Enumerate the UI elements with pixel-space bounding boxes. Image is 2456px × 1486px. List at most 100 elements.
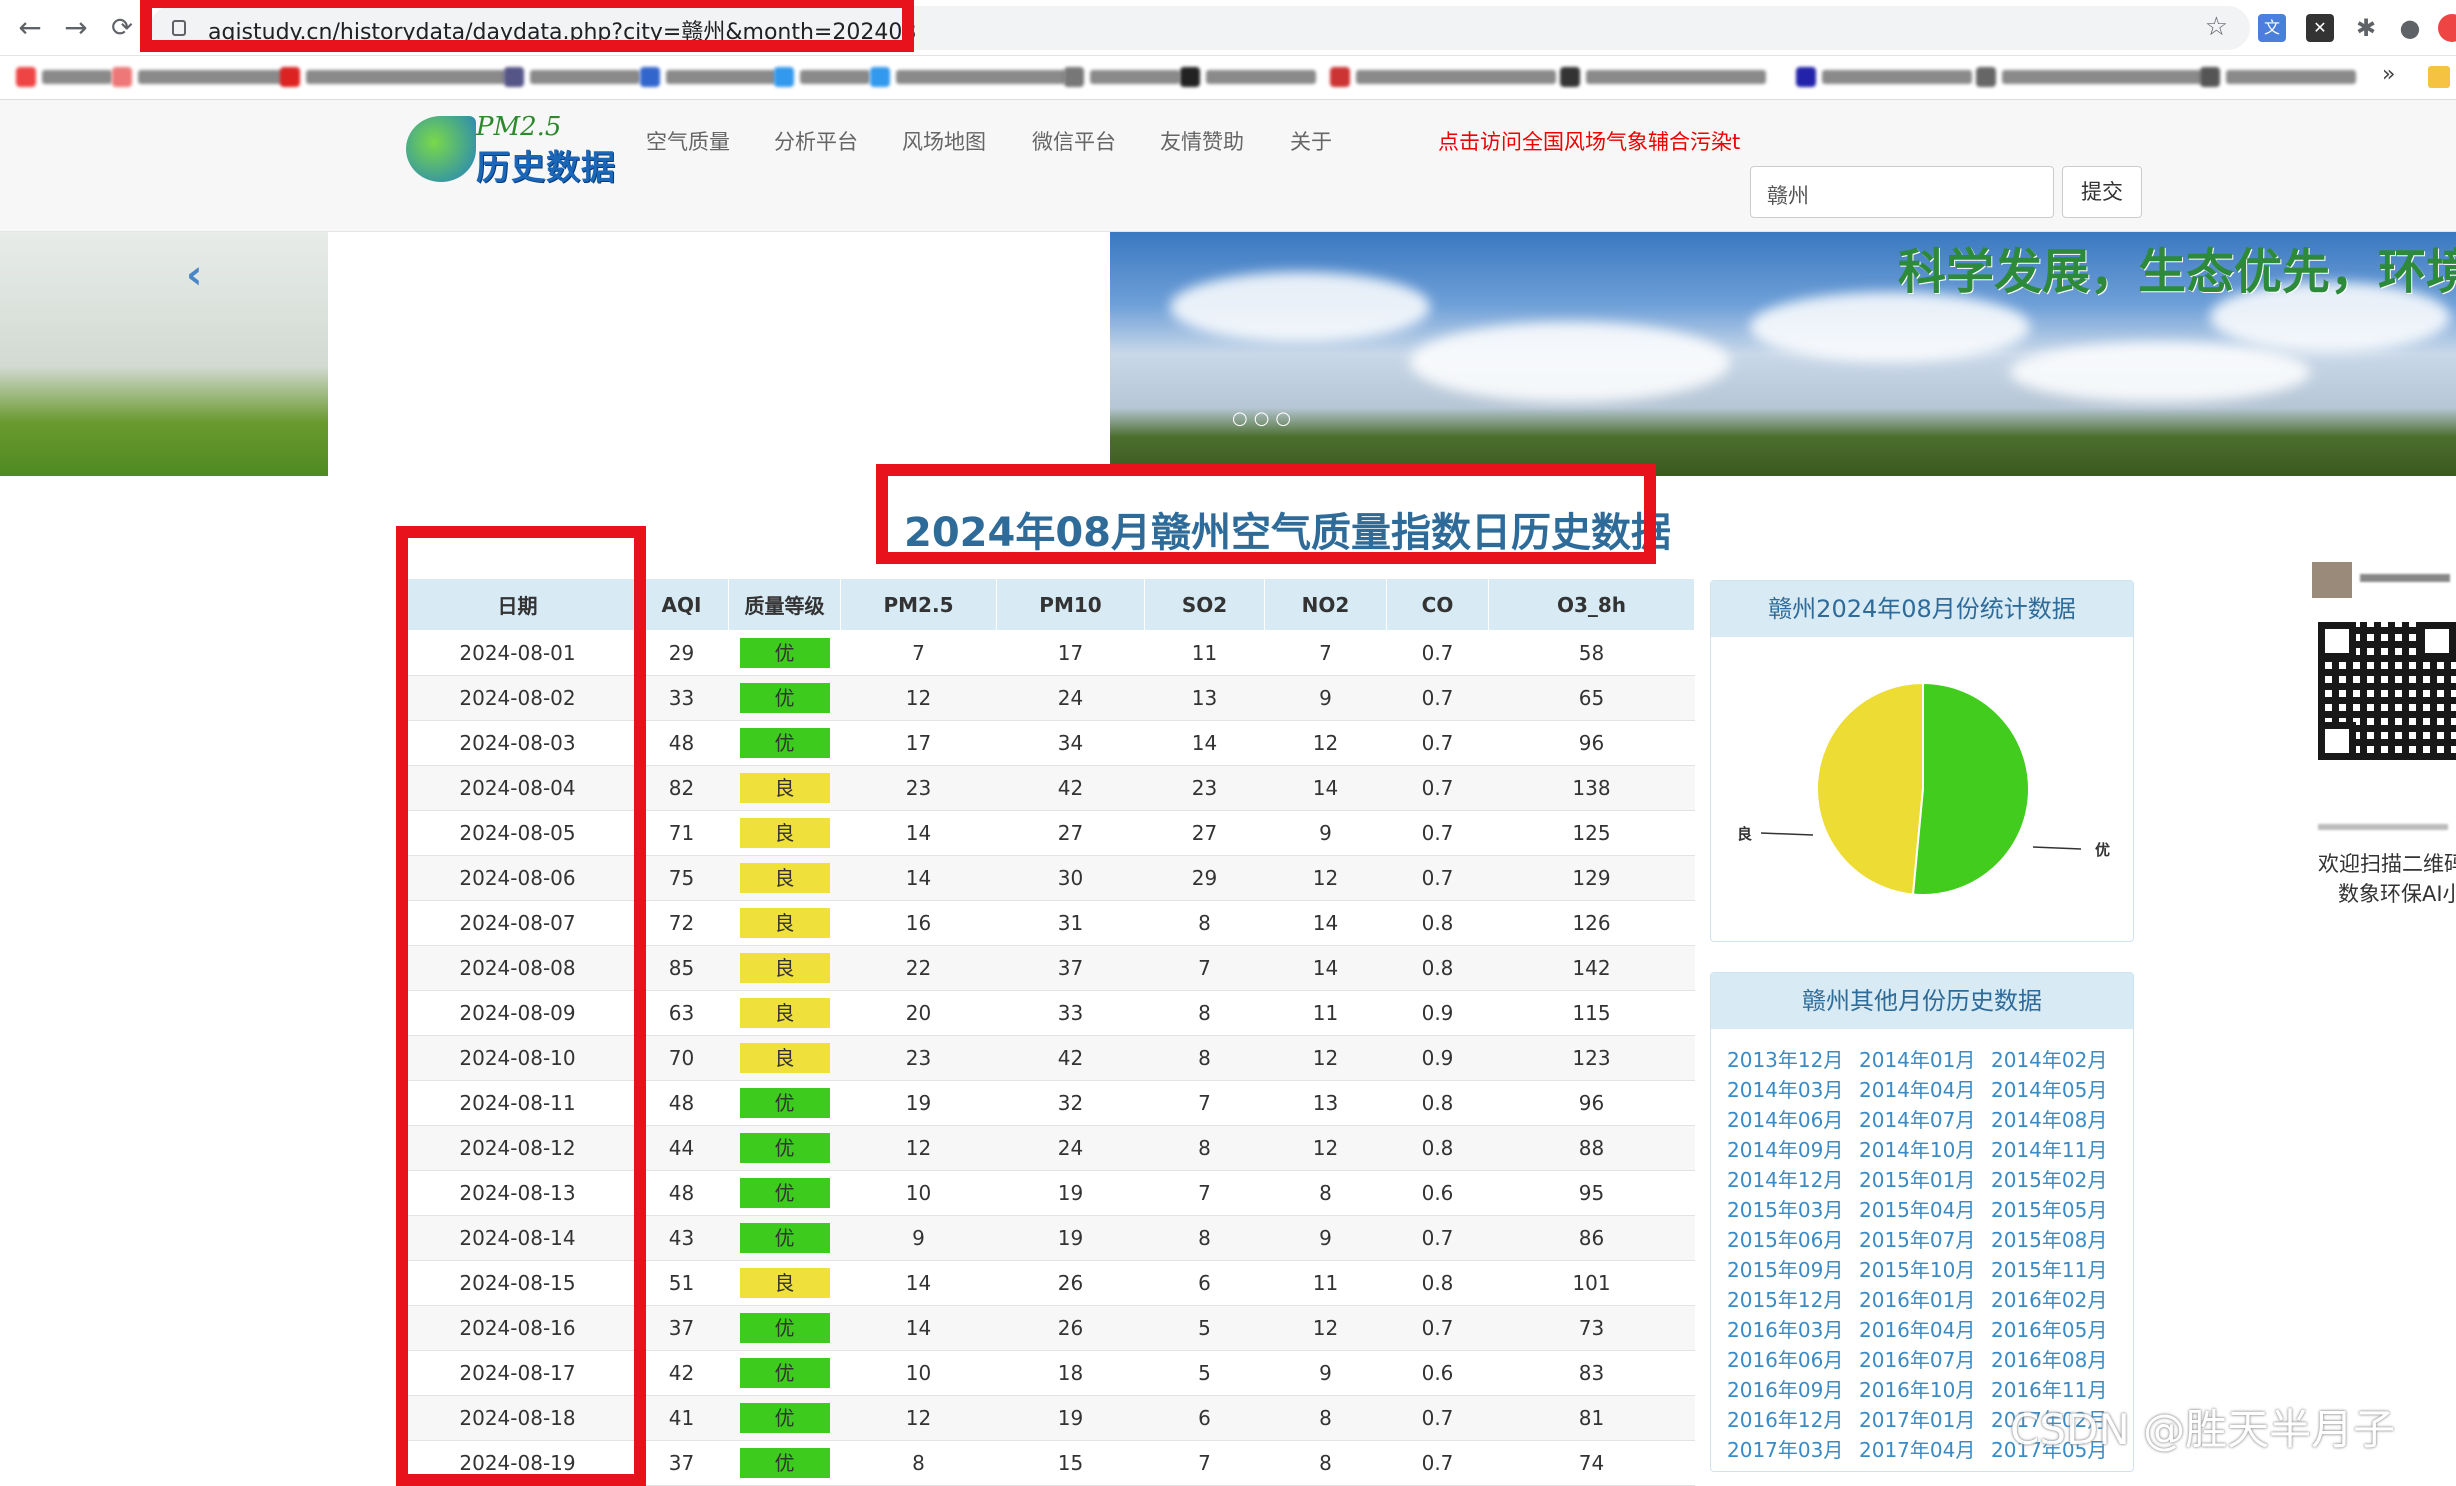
puzzle-icon[interactable]: ✱ xyxy=(2352,14,2380,42)
month-link[interactable]: 2015年07月 xyxy=(1859,1227,1991,1253)
city-search-input[interactable]: 赣州 xyxy=(1750,166,2054,218)
month-link[interactable]: 2015年01月 xyxy=(1859,1167,1991,1193)
month-link[interactable]: 2017年04月 xyxy=(1859,1437,1991,1463)
submit-button[interactable]: 提交 xyxy=(2062,166,2142,218)
qr-code[interactable] xyxy=(2318,622,2456,760)
bookmark-item[interactable] xyxy=(1796,64,1972,90)
month-link[interactable]: 2016年06月 xyxy=(1727,1347,1859,1373)
cell-date: 2024-08-15 xyxy=(400,1260,635,1306)
folder-icon[interactable] xyxy=(2428,66,2450,88)
address-bar[interactable]: aqistudy.cn/historydata/daydata.php?city… xyxy=(150,6,2250,50)
menu-sponsor[interactable]: 友情赞助 xyxy=(1160,126,1244,156)
month-link[interactable]: 2015年03月 xyxy=(1727,1197,1859,1223)
cell-no2: 13 xyxy=(1264,1080,1387,1126)
cell-o3: 74 xyxy=(1488,1440,1695,1486)
bookmark-item[interactable] xyxy=(1560,64,1766,90)
month-link[interactable]: 2016年09月 xyxy=(1727,1377,1859,1403)
avatar[interactable] xyxy=(2438,14,2456,42)
cell-aqi: 29 xyxy=(634,630,729,676)
month-link[interactable]: 2016年07月 xyxy=(1859,1347,1991,1373)
month-link[interactable]: 2014年09月 xyxy=(1727,1137,1859,1163)
chevron-left-icon[interactable]: ‹ xyxy=(186,252,202,298)
menu-wechat[interactable]: 微信平台 xyxy=(1032,126,1116,156)
month-link[interactable]: 2015年05月 xyxy=(1991,1197,2123,1223)
month-link[interactable]: 2016年05月 xyxy=(1991,1317,2123,1343)
carousel-dots[interactable]: ○○○ xyxy=(1232,408,1297,429)
quality-level-badge: 良 xyxy=(739,953,830,983)
menu-air-quality[interactable]: 空气质量 xyxy=(646,126,730,156)
month-link[interactable]: 2015年06月 xyxy=(1727,1227,1859,1253)
month-link[interactable]: 2014年06月 xyxy=(1727,1107,1859,1133)
month-link[interactable]: 2015年10月 xyxy=(1859,1257,1991,1283)
cell-pm10: 18 xyxy=(996,1350,1145,1396)
month-link[interactable]: 2016年03月 xyxy=(1727,1317,1859,1343)
bookmark-item[interactable] xyxy=(870,64,1066,90)
month-link[interactable]: 2016年02月 xyxy=(1991,1287,2123,1313)
star-icon[interactable]: ☆ xyxy=(2205,12,2228,42)
month-link[interactable]: 2014年08月 xyxy=(1991,1107,2123,1133)
month-link[interactable]: 2017年03月 xyxy=(1727,1437,1859,1463)
bookmark-item[interactable] xyxy=(504,64,640,90)
month-link[interactable]: 2016年04月 xyxy=(1859,1317,1991,1343)
month-link[interactable]: 2014年10月 xyxy=(1859,1137,1991,1163)
month-link[interactable]: 2014年03月 xyxy=(1727,1077,1859,1103)
bookmark-item[interactable] xyxy=(1180,64,1316,90)
bookmark-item[interactable] xyxy=(640,64,776,90)
quality-level-badge: 优 xyxy=(739,728,830,758)
month-link[interactable]: 2015年11月 xyxy=(1991,1257,2123,1283)
bookmarks-overflow[interactable]: » xyxy=(2382,62,2395,87)
cell-level: 良 xyxy=(728,765,841,811)
cell-no2: 11 xyxy=(1264,1260,1387,1306)
promo-link[interactable]: 点击访问全国风场气象辅合污染t xyxy=(1438,126,1748,156)
month-link[interactable]: 2015年08月 xyxy=(1991,1227,2123,1253)
month-link[interactable]: 2015年02月 xyxy=(1991,1167,2123,1193)
url-text[interactable]: aqistudy.cn/historydata/daydata.php?city… xyxy=(208,14,916,46)
month-link[interactable]: 2013年12月 xyxy=(1727,1047,1859,1073)
bookmark-item[interactable] xyxy=(1064,64,1180,90)
menu-wind-map[interactable]: 风场地图 xyxy=(902,126,986,156)
month-link[interactable]: 2014年05月 xyxy=(1991,1077,2123,1103)
cell-so2: 7 xyxy=(1144,945,1265,991)
pie-slice-you[interactable] xyxy=(1911,681,2030,896)
cell-so2: 23 xyxy=(1144,765,1265,811)
month-link[interactable]: 2014年01月 xyxy=(1859,1047,1991,1073)
bookmark-item[interactable] xyxy=(1976,64,2202,90)
bookmark-item[interactable] xyxy=(16,64,112,90)
month-link[interactable]: 2016年10月 xyxy=(1859,1377,1991,1403)
cell-co: 0.7 xyxy=(1386,810,1489,856)
menu-analysis[interactable]: 分析平台 xyxy=(774,126,858,156)
month-link[interactable]: 2015年12月 xyxy=(1727,1287,1859,1313)
profile-icon[interactable]: ● xyxy=(2396,14,2424,42)
pie-label-you: 优 xyxy=(2095,841,2110,859)
month-link[interactable]: 2016年01月 xyxy=(1859,1287,1991,1313)
cell-date: 2024-08-02 xyxy=(400,675,635,721)
month-link[interactable]: 2015年09月 xyxy=(1727,1257,1859,1283)
month-link[interactable]: 2014年12月 xyxy=(1727,1167,1859,1193)
month-link[interactable]: 2014年02月 xyxy=(1991,1047,2123,1073)
menu-about[interactable]: 关于 xyxy=(1290,126,1332,156)
month-link[interactable]: 2017年01月 xyxy=(1859,1407,1991,1433)
month-link[interactable]: 2014年07月 xyxy=(1859,1107,1991,1133)
month-link[interactable]: 2014年11月 xyxy=(1991,1137,2123,1163)
table-row: 2024-08-06 75 良 14 30 29 12 0.7 129 xyxy=(400,855,1695,901)
arrow-left-icon[interactable]: ← xyxy=(12,10,48,46)
month-link[interactable]: 2014年04月 xyxy=(1859,1077,1991,1103)
bookmark-item[interactable] xyxy=(1330,64,1556,90)
reload-icon[interactable]: ⟳ xyxy=(104,10,140,46)
pie-slice-liang[interactable] xyxy=(1816,681,1924,896)
site-logo[interactable]: PM2.5 历史数据 xyxy=(406,108,616,188)
month-link[interactable]: 2016年12月 xyxy=(1727,1407,1859,1433)
bookmark-item[interactable] xyxy=(774,64,870,90)
bookmark-item[interactable] xyxy=(2200,64,2356,90)
pie-leader-line xyxy=(1760,832,1814,836)
bookmark-item[interactable] xyxy=(112,64,288,90)
month-link[interactable]: 2015年04月 xyxy=(1859,1197,1991,1223)
bookmark-item[interactable] xyxy=(280,64,506,90)
cell-co: 0.8 xyxy=(1386,945,1489,991)
cell-o3: 115 xyxy=(1488,990,1695,1036)
month-link[interactable]: 2016年08月 xyxy=(1991,1347,2123,1373)
translate-icon[interactable]: 文 xyxy=(2258,14,2286,42)
banner-slogan: 科学发展，生态优先，环境 xyxy=(1898,244,2456,300)
extension-x-icon[interactable]: ✕ xyxy=(2306,14,2334,42)
arrow-right-icon[interactable]: → xyxy=(58,10,94,46)
